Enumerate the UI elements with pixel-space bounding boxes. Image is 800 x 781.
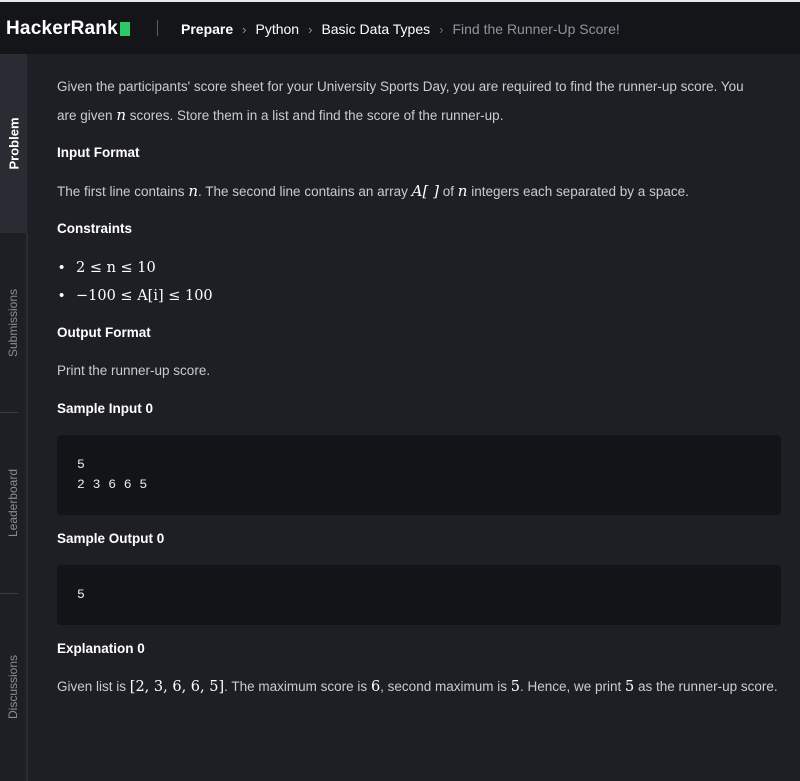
- math-second: 5: [510, 679, 520, 695]
- constraints-list: 2 ≤ n ≤ 10 −100 ≤ A[i] ≤ 100: [57, 254, 213, 310]
- tab-submissions-label: Submissions: [6, 288, 21, 358]
- intro-line-2: are given n scores. Store them in a list…: [57, 101, 503, 130]
- sample-output-heading: Sample Output 0: [57, 531, 165, 546]
- header-divider: [157, 20, 158, 36]
- input-format-text: The first line contains n. The second li…: [57, 177, 689, 206]
- sample-output-code[interactable]: 5: [57, 565, 781, 625]
- chevron-right-icon: ›: [242, 21, 247, 37]
- constraint-item: −100 ≤ A[i] ≤ 100: [57, 282, 213, 310]
- intro-text-b: scores. Store them in a list and find th…: [129, 108, 504, 123]
- expl-text-b: . The maximum score is: [224, 679, 368, 694]
- sample-input-heading: Sample Input 0: [57, 401, 154, 416]
- input-text-d: integers each separated by a space.: [471, 184, 689, 199]
- intro-text-a: are given: [57, 108, 113, 123]
- math-max: 6: [370, 679, 381, 695]
- math-n: n: [457, 182, 468, 200]
- tab-problem-label: Problem: [6, 117, 22, 170]
- explanation-heading: Explanation 0: [57, 641, 145, 656]
- breadcrumb-prepare[interactable]: Prepare: [181, 21, 233, 37]
- logo-mark-icon: [119, 22, 130, 36]
- breadcrumb: Prepare › Python › Basic Data Types › Fi…: [181, 21, 620, 37]
- constraints-heading: Constraints: [57, 221, 133, 236]
- input-format-heading: Input Format: [57, 145, 140, 160]
- output-format-heading: Output Format: [57, 325, 151, 340]
- tab-leaderboard[interactable]: Leaderboard: [0, 413, 27, 593]
- math-array: A[ ]: [411, 182, 439, 200]
- tab-discussions[interactable]: Discussions: [0, 594, 27, 779]
- code-line: 5: [77, 587, 85, 602]
- tab-submissions[interactable]: Submissions: [0, 233, 27, 413]
- math-n: n: [188, 182, 198, 200]
- chevron-right-icon: ›: [308, 21, 313, 37]
- expl-text-e: as the runner-up score.: [638, 679, 778, 694]
- math-n: n: [116, 106, 126, 124]
- input-text-a: The first line contains: [57, 184, 185, 199]
- tab-problem[interactable]: Problem: [0, 54, 27, 233]
- explanation-text: Given list is [2, 3, 6, 6, 5]. The maxim…: [57, 673, 778, 701]
- math-print: 5: [625, 679, 635, 695]
- input-text-b: . The second line contains an array: [198, 184, 408, 199]
- tab-discussions-label: Discussions: [6, 654, 21, 719]
- expl-text-c: , second maximum is: [380, 679, 507, 694]
- top-navigation-bar: HackerRank Prepare › Python › Basic Data…: [0, 0, 800, 54]
- sidebar-rail: [26, 233, 28, 781]
- vertical-tab-bar: Problem Submissions Leaderboard Discussi…: [0, 54, 27, 781]
- sample-input-code[interactable]: 5 2 3 6 6 5: [57, 435, 781, 515]
- code-line: 5: [77, 457, 85, 472]
- chevron-right-icon: ›: [439, 21, 444, 37]
- constraint-item: 2 ≤ n ≤ 10: [57, 254, 213, 282]
- input-text-c: of: [442, 184, 454, 199]
- math-list: [2, 3, 6, 6, 5]: [129, 679, 225, 695]
- code-line: 2 3 6 6 5: [77, 477, 148, 492]
- breadcrumb-basic-data-types[interactable]: Basic Data Types: [321, 21, 430, 37]
- hackerrank-logo[interactable]: HackerRank: [6, 18, 130, 40]
- expl-text-d: . Hence, we print: [519, 679, 622, 694]
- intro-line-1: Given the participants' score sheet for …: [57, 79, 744, 94]
- breadcrumb-current-challenge: Find the Runner-Up Score!: [452, 21, 620, 37]
- logo-text: HackerRank: [6, 18, 118, 39]
- breadcrumb-python[interactable]: Python: [256, 21, 300, 37]
- expl-text-a: Given list is: [57, 679, 127, 694]
- tab-leaderboard-label: Leaderboard: [6, 468, 21, 538]
- output-format-text: Print the runner-up score.: [57, 363, 211, 378]
